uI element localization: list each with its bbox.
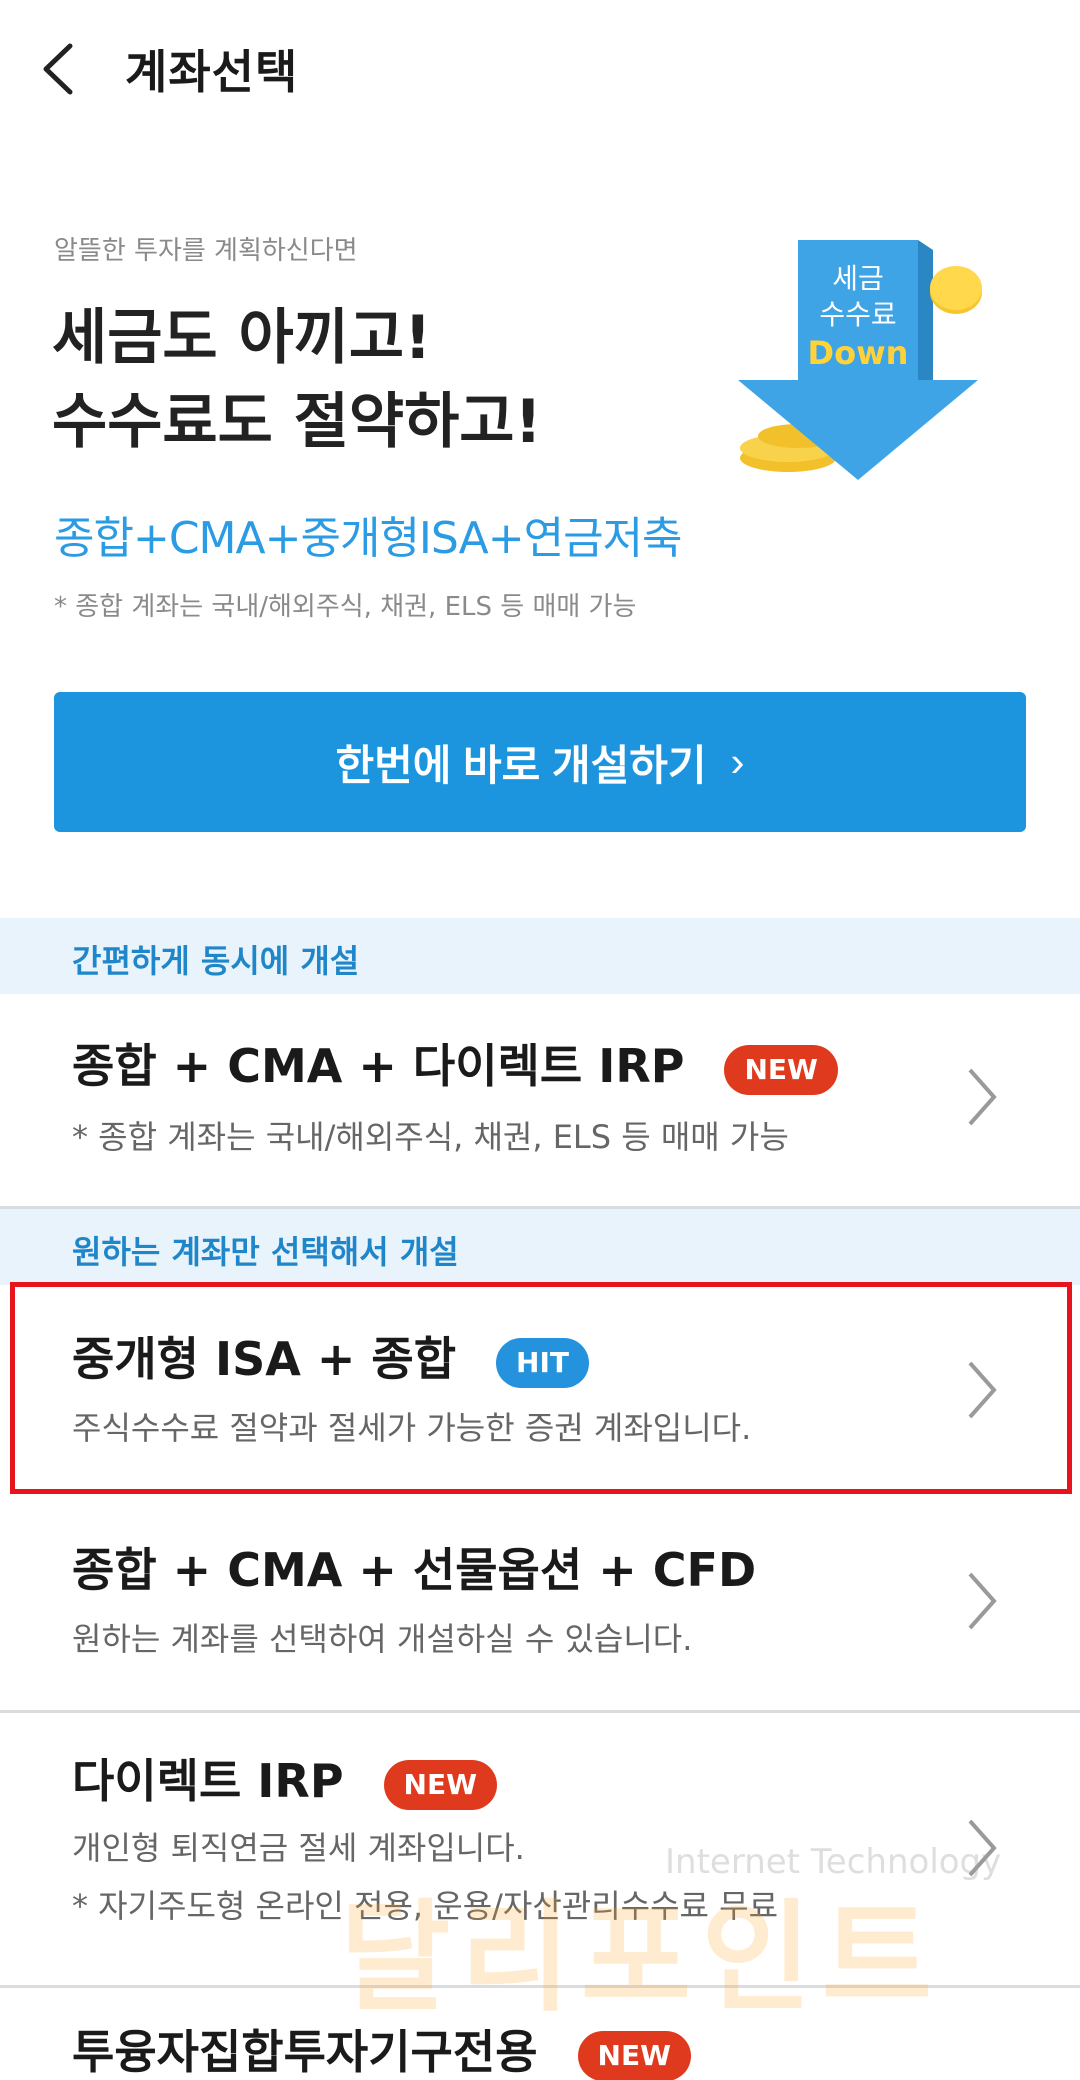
section-label: 간편하게 동시에 개설 <box>72 942 360 980</box>
account-row-collective-investment[interactable]: 투융자집합투자기구전용 NEW <box>0 1988 1080 2080</box>
art-text-fee: 수수료 <box>819 298 896 331</box>
row-title-text: 다이렉트 IRP <box>72 1754 344 1808</box>
chevron-right-icon <box>968 1068 997 1126</box>
account-row-general-cma-futures-cfd[interactable]: 종합 + CMA + 선물옵션 + CFD 원하는 계좌를 선택하여 개설하실 … <box>0 1498 1080 1710</box>
section-label: 원하는 계좌만 선택해서 개설 <box>72 1233 459 1271</box>
highlight-box <box>10 1282 1072 1494</box>
promo-headline-line2: 수수료도 절약하고! <box>52 387 542 457</box>
promo-headline-line1: 세금도 아끼고! <box>52 303 432 373</box>
promo-banner: 알뜰한 투자를 계획하신다면 세금도 아끼고! 수수료도 절약하고! 종합+CM… <box>0 200 1080 622</box>
row-title: 종합 + CMA + 선물옵션 + CFD <box>72 1543 757 1597</box>
open-all-accounts-label: 한번에 바로 개설하기 <box>335 741 707 789</box>
row-title: 다이렉트 IRP NEW <box>72 1745 497 1811</box>
row-title-text: 종합 + CMA + 다이렉트 IRP <box>72 1039 685 1093</box>
new-badge: NEW <box>724 1044 838 1095</box>
art-text-tax: 세금 <box>832 262 884 295</box>
row-title: 투융자집합투자기구전용 NEW <box>72 2016 691 2080</box>
open-all-accounts-button[interactable]: 한번에 바로 개설하기 › <box>54 692 1026 832</box>
chevron-left-icon[interactable] <box>30 34 90 104</box>
app-header: 계좌선택 <box>0 0 1080 140</box>
row-title: 종합 + CMA + 다이렉트 IRP NEW <box>72 1030 838 1096</box>
new-badge: NEW <box>577 2030 691 2080</box>
art-text-down: Down <box>808 334 909 372</box>
section-header-simultaneous: 간편하게 동시에 개설 <box>0 918 1080 994</box>
promo-note: * 종합 계좌는 국내/해외주식, 채권, ELS 등 매매 가능 <box>54 592 637 622</box>
account-row-direct-irp[interactable]: 다이렉트 IRP NEW 개인형 퇴직연금 절세 계좌입니다. * 자기주도형 온… <box>0 1713 1080 1985</box>
chevron-right-icon <box>968 1572 997 1630</box>
row-description-note: * 자기주도형 온라인 전용, 운용/자산관리수수료 무료 <box>72 1887 779 1925</box>
promo-subtitle: 알뜰한 투자를 계획하신다면 <box>54 236 358 266</box>
row-description: * 종합 계좌는 국내/해외주식, 채권, ELS 등 매매 가능 <box>72 1118 789 1156</box>
row-description: 개인형 퇴직연금 절세 계좌입니다. <box>72 1829 525 1867</box>
promo-products: 종합+CMA+중개형ISA+연금저축 <box>54 513 683 564</box>
new-badge: NEW <box>383 1759 497 1810</box>
tax-down-arrow-illustration: 세금 수수료 Down <box>738 240 982 480</box>
row-description: 원하는 계좌를 선택하여 개설하실 수 있습니다. <box>72 1620 693 1658</box>
chevron-right-icon <box>968 1819 997 1877</box>
page-title: 계좌선택 <box>125 45 299 99</box>
account-row-general-cma-irp[interactable]: 종합 + CMA + 다이렉트 IRP NEW * 종합 계좌는 국내/해외주식,… <box>0 994 1080 1208</box>
promo-headline: 세금도 아끼고! 수수료도 절약하고! <box>52 296 542 464</box>
section-header-select: 원하는 계좌만 선택해서 개설 <box>0 1209 1080 1285</box>
chevron-right-icon: › <box>730 738 745 785</box>
row-title-text: 투융자집합투자기구전용 <box>72 2025 538 2079</box>
